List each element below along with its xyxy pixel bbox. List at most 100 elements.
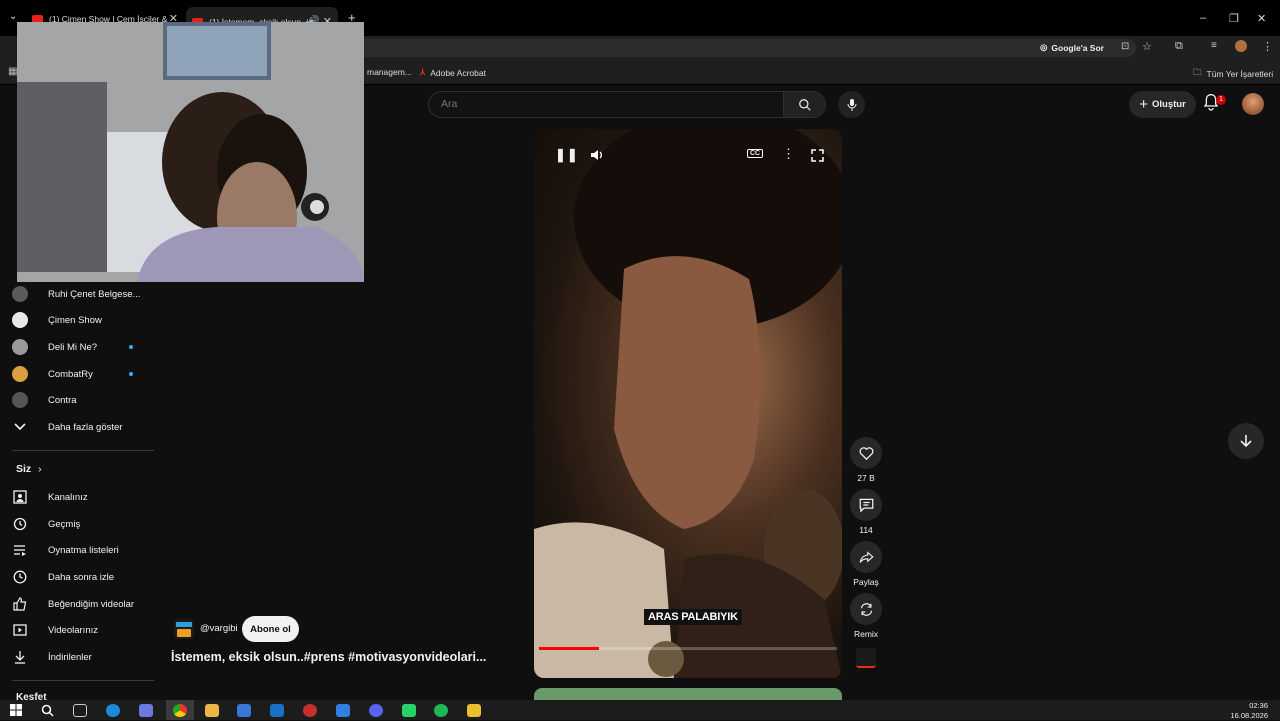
- new-content-dot: [129, 345, 133, 349]
- comment-count: 114: [859, 525, 873, 535]
- all-bookmarks[interactable]: 🗀 Tüm Yer İşaretleri: [1193, 67, 1273, 81]
- media-control-icon[interactable]: ≡: [1211, 40, 1217, 51]
- chevron-right-icon: ›: [38, 463, 42, 475]
- windows-start-icon[interactable]: [10, 704, 22, 716]
- discord-icon[interactable]: [369, 704, 383, 717]
- close-window-button[interactable]: ✕: [1257, 12, 1266, 25]
- taskbar-search-icon[interactable]: [41, 704, 54, 717]
- subscription-item[interactable]: Deli Mi Ne?: [12, 336, 97, 358]
- google-ask-chip[interactable]: ◎ Google'a Sor: [1040, 40, 1104, 55]
- arrow-down-icon: [1240, 435, 1252, 448]
- store-icon[interactable]: [237, 704, 251, 717]
- channel-avatar: [12, 366, 28, 382]
- channel-handle[interactable]: @vargibi: [200, 623, 238, 634]
- remix-label: Remix: [853, 629, 879, 639]
- create-button[interactable]: + Oluştur: [1129, 91, 1196, 118]
- subscription-name: Deli Mi Ne?: [48, 341, 98, 353]
- remix-button[interactable]: [850, 593, 882, 625]
- sidebar-item-playlists[interactable]: Oynatma listeleri: [12, 539, 119, 561]
- search-input[interactable]: [441, 98, 771, 110]
- sidebar-item-history[interactable]: Geçmiş: [12, 513, 80, 535]
- account-avatar[interactable]: [1242, 93, 1264, 115]
- remix-icon: [860, 602, 872, 616]
- next-short-button[interactable]: [1228, 423, 1264, 459]
- pause-icon[interactable]: ❚❚: [555, 147, 579, 163]
- bookmark-label: managem...: [367, 67, 412, 77]
- channel-logo[interactable]: [174, 619, 194, 639]
- copilot-icon[interactable]: [139, 704, 153, 717]
- subscription-item[interactable]: Contra: [12, 389, 77, 411]
- webcam-feed-image: [17, 22, 364, 282]
- like-button[interactable]: [850, 437, 882, 469]
- short-title[interactable]: İstemem, eksik olsun..#prens #motivasyon…: [171, 650, 486, 664]
- search-button[interactable]: [783, 92, 825, 117]
- sidebar-item-label: Beğendiğim videolar: [48, 598, 135, 610]
- sidebar-item-watch-later[interactable]: Daha sonra izle: [12, 566, 114, 588]
- install-app-icon[interactable]: ⊡: [1121, 41, 1129, 52]
- sidebar-item-your-videos[interactable]: Videolarınız: [12, 619, 98, 641]
- whatsapp-icon[interactable]: [402, 704, 416, 717]
- show-more-label: Daha fazla göster: [48, 421, 123, 433]
- fullscreen-icon[interactable]: [811, 149, 824, 162]
- sidebar-item-label: Kanalınız: [48, 491, 88, 503]
- lens-icon: ◎: [1040, 42, 1048, 52]
- sidebar-item-downloads[interactable]: İndirilenler: [12, 646, 92, 668]
- m365-icon[interactable]: [336, 704, 350, 717]
- you-section-header[interactable]: Siz ›: [16, 463, 42, 475]
- plus-icon: +: [1139, 96, 1148, 113]
- subscribe-button[interactable]: Abone ol: [242, 616, 299, 642]
- progress-track[interactable]: [539, 647, 837, 650]
- captions-icon[interactable]: CC: [747, 149, 764, 158]
- short-video-player[interactable]: [534, 129, 842, 678]
- edge-icon[interactable]: [106, 704, 120, 717]
- mail-icon[interactable]: [270, 704, 284, 717]
- chrome-icon[interactable]: [173, 704, 187, 717]
- history-icon: [12, 516, 28, 532]
- tab-search-chevron-icon[interactable]: ⌄: [9, 11, 17, 22]
- share-button[interactable]: [850, 541, 882, 573]
- app-icon[interactable]: [467, 704, 481, 717]
- menu-kebab-icon[interactable]: ⋮: [1262, 40, 1273, 53]
- bookmark-item[interactable]: ⅄ Adobe Acrobat: [420, 67, 486, 78]
- comments-button[interactable]: [850, 489, 882, 521]
- sidebar-item-label: Geçmiş: [48, 518, 81, 530]
- extensions-icon[interactable]: ⧉: [1175, 40, 1183, 53]
- subscription-item[interactable]: Çimen Show: [12, 309, 102, 331]
- voice-search-button[interactable]: [838, 91, 865, 118]
- playlists-icon: [12, 542, 28, 558]
- bookmark-item[interactable]: managem...: [367, 67, 412, 77]
- sidebar-divider: [12, 680, 154, 681]
- create-label: Oluştur: [1151, 99, 1186, 110]
- folder-icon: 🗀: [1193, 67, 1202, 77]
- chevron-down-icon: [12, 419, 28, 435]
- system-clock[interactable]: 02:36 16.08.2026: [1230, 701, 1268, 721]
- sidebar-item-liked[interactable]: Beğendiğim videolar: [12, 593, 134, 615]
- sidebar-divider: [12, 450, 154, 451]
- maximize-button[interactable]: ❐: [1229, 12, 1239, 25]
- subscription-name: CombatRy: [48, 368, 93, 380]
- more-options-icon[interactable]: ⋮: [782, 146, 795, 162]
- spotify-icon[interactable]: [434, 704, 448, 717]
- subscription-name: Contra: [48, 394, 77, 406]
- sidebar-item-label: Oynatma listeleri: [48, 544, 119, 556]
- file-explorer-icon[interactable]: [205, 704, 219, 717]
- task-view-icon[interactable]: [73, 704, 87, 717]
- minimize-button[interactable]: –: [1200, 12, 1206, 24]
- show-more-button[interactable]: Daha fazla göster: [12, 416, 122, 438]
- bookmark-star-icon[interactable]: ☆: [1142, 40, 1152, 53]
- sidebar-item-channel[interactable]: Kanalınız: [12, 486, 88, 508]
- liked-icon: [12, 596, 28, 612]
- notification-count-badge: 1: [1216, 95, 1226, 105]
- subscription-item[interactable]: Ruhi Çenet Belgese...: [12, 283, 140, 305]
- volume-icon[interactable]: [590, 148, 604, 162]
- all-bookmarks-label: Tüm Yer İşaretleri: [1206, 69, 1274, 79]
- search-icon: [798, 98, 811, 111]
- opera-icon[interactable]: [303, 704, 317, 717]
- sound-channel-logo[interactable]: [856, 648, 876, 668]
- profile-avatar[interactable]: [1235, 40, 1247, 52]
- video-caption: ARAS PALABIYIK: [644, 609, 742, 625]
- share-label: Paylaş: [853, 577, 879, 587]
- video-frame-image: [534, 129, 842, 678]
- bookmark-label: Adobe Acrobat: [430, 67, 486, 78]
- subscription-item[interactable]: CombatRy: [12, 363, 93, 385]
